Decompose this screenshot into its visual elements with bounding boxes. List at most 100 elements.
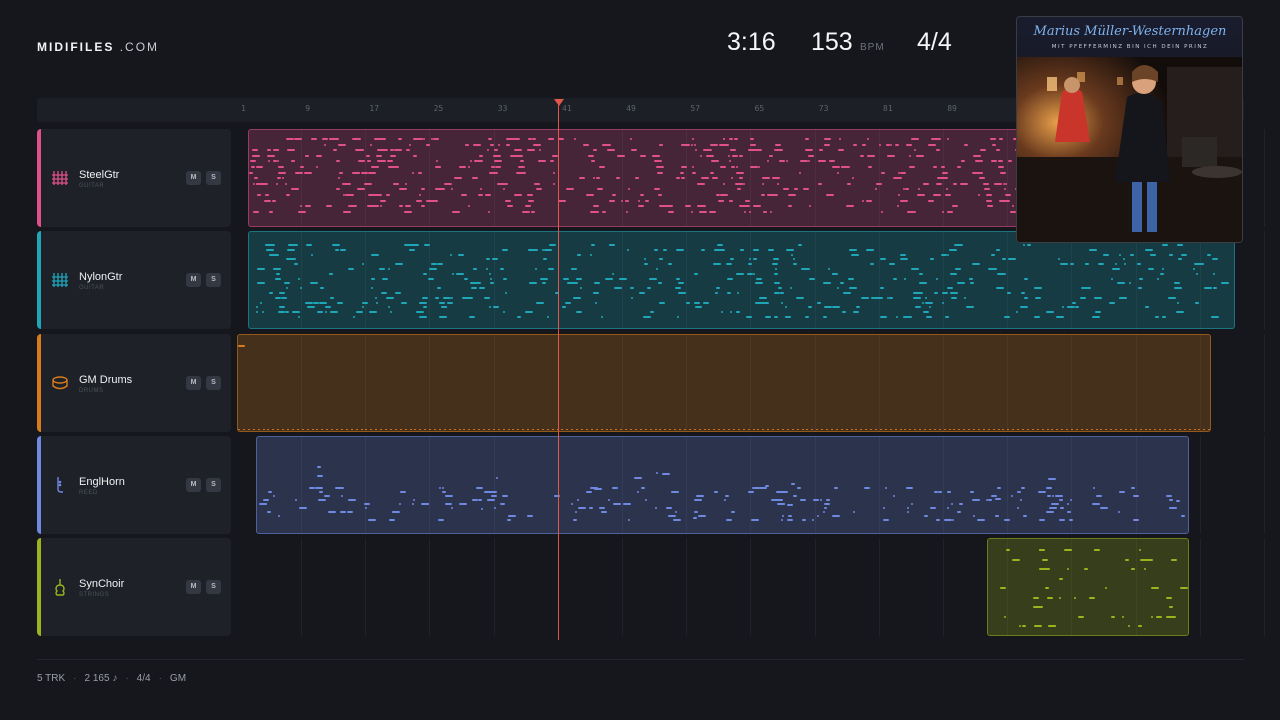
midi-note: [1211, 316, 1220, 318]
midi-note: [899, 199, 908, 202]
midi-note: [1010, 495, 1013, 497]
midi-note: [255, 182, 262, 185]
midi-note: [637, 491, 640, 493]
track-color-stripe: [37, 231, 41, 329]
midi-note: [923, 182, 930, 185]
solo-button[interactable]: S: [206, 273, 221, 287]
midi-note: [256, 306, 259, 309]
midi-note: [923, 311, 930, 314]
mute-button[interactable]: M: [186, 171, 201, 185]
midi-note: [995, 149, 1000, 152]
midi-note: [295, 171, 304, 174]
midi-note: [681, 143, 690, 146]
midi-note: [376, 154, 382, 157]
midi-note: [1128, 282, 1131, 285]
midi-note: [347, 511, 354, 513]
track-header[interactable]: SynChoir STRINGS M S: [37, 538, 231, 636]
midi-note: [852, 511, 855, 513]
drum-hit: [752, 429, 755, 430]
drum-hit: [1183, 429, 1186, 430]
midi-note: [1056, 316, 1065, 318]
midi-note: [970, 491, 975, 493]
midi-note: [936, 277, 939, 280]
midi-clip[interactable]: [256, 436, 1189, 534]
midi-note: [506, 143, 511, 146]
ruler-bar-label: 57: [690, 104, 701, 113]
midi-note: [812, 519, 815, 521]
midi-note: [896, 316, 899, 318]
track-header[interactable]: NylonGtr GUITAR M S: [37, 231, 231, 329]
midi-note: [291, 311, 300, 314]
midi-note: [607, 499, 610, 501]
solo-button[interactable]: S: [206, 478, 221, 492]
midi-note: [658, 143, 663, 146]
midi-note: [1066, 511, 1071, 513]
mute-button[interactable]: M: [186, 580, 201, 594]
solo-button[interactable]: S: [206, 580, 221, 594]
midi-note: [910, 503, 913, 505]
drum-hit: [404, 429, 407, 430]
drum-hit: [331, 429, 334, 430]
midi-note: [266, 149, 271, 152]
drum-hit: [541, 429, 544, 430]
midi-note: [589, 253, 592, 256]
grid-line: [301, 538, 302, 636]
midi-note: [730, 511, 735, 513]
midi-note: [355, 149, 364, 152]
midi-note: [792, 495, 797, 497]
midi-note: [491, 258, 498, 261]
midi-note: [739, 177, 744, 180]
midi-note: [990, 253, 995, 256]
midi-note: [308, 487, 315, 489]
mute-button[interactable]: M: [186, 376, 201, 390]
midi-clip[interactable]: [237, 334, 1211, 432]
midi-note: [1059, 506, 1064, 509]
midi-clip[interactable]: [248, 231, 1235, 329]
midi-note: [538, 160, 547, 163]
track-color-stripe: [37, 538, 41, 636]
midi-note: [408, 143, 411, 146]
footer-divider: [37, 659, 1244, 660]
playhead[interactable]: [558, 100, 559, 640]
midi-note: [680, 166, 687, 168]
midi-note: [458, 253, 465, 256]
track-header[interactable]: GM Drums DRUMS M S: [37, 334, 231, 432]
midi-note: [356, 188, 365, 191]
midi-note: [333, 149, 336, 152]
mute-button[interactable]: M: [186, 478, 201, 492]
midi-clip[interactable]: [987, 538, 1189, 636]
midi-note: [252, 182, 255, 185]
midi-note: [513, 149, 522, 152]
solo-button[interactable]: S: [206, 171, 221, 185]
midi-note: [772, 258, 779, 261]
midi-note: [935, 182, 942, 185]
track-header[interactable]: EnglHorn REED M S: [37, 436, 231, 534]
midi-note: [746, 316, 753, 318]
midi-note: [282, 177, 285, 180]
midi-note: [818, 160, 827, 163]
midi-note: [371, 277, 376, 280]
midi-note: [692, 138, 695, 140]
track-header[interactable]: SteelGtr GUITAR M S: [37, 129, 231, 227]
drum-hit: [1090, 429, 1093, 430]
midi-note: [394, 149, 403, 152]
midi-note: [866, 199, 873, 202]
midi-note: [539, 149, 542, 152]
midi-note: [573, 138, 576, 140]
midi-note: [262, 499, 269, 501]
midi-note: [681, 177, 686, 180]
playhead-handle[interactable]: [554, 99, 564, 106]
midi-note: [310, 138, 317, 140]
mute-button[interactable]: M: [186, 273, 201, 287]
midi-note: [449, 253, 452, 256]
midi-note: [528, 199, 535, 202]
midi-note: [883, 507, 886, 509]
midi-note: [483, 296, 490, 299]
midi-note: [1112, 268, 1121, 270]
solo-button[interactable]: S: [206, 376, 221, 390]
midi-note: [909, 487, 914, 489]
midi-note: [479, 188, 482, 191]
midi-note: [525, 205, 532, 208]
midi-note: [915, 154, 924, 157]
midi-note: [748, 491, 755, 493]
